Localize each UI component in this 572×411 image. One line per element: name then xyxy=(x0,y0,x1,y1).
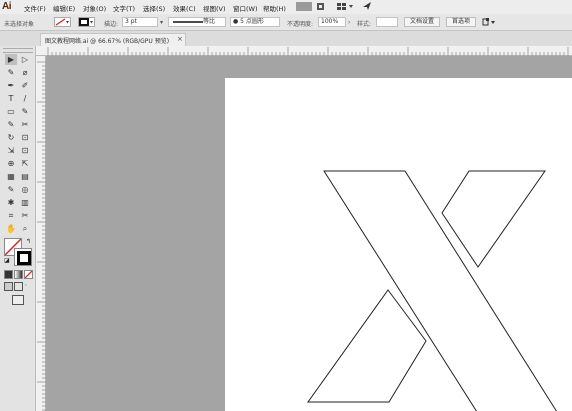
line-segment-tool-icon[interactable]: / xyxy=(19,93,31,104)
stroke-black-swatch[interactable] xyxy=(14,248,32,266)
canvas-area[interactable] xyxy=(46,56,572,411)
menu-select[interactable]: 选择(S) xyxy=(143,3,165,13)
screen-mode-icon[interactable] xyxy=(12,295,24,305)
draw-inside-icon[interactable]: ◦ xyxy=(24,282,28,289)
stroke-swatch[interactable] xyxy=(78,17,95,27)
rotate-tool-icon[interactable]: ↻ xyxy=(5,132,17,143)
stock-icon[interactable] xyxy=(317,2,325,11)
menu-window[interactable]: 窗口(W) xyxy=(233,3,258,13)
fill-stroke-widget[interactable]: ↰ ◪ xyxy=(4,238,32,266)
opacity-label: 不透明度: xyxy=(287,21,314,28)
menu-file[interactable]: 文件(F) xyxy=(24,3,46,13)
stroke-profile-label: 等比 xyxy=(203,18,216,25)
eraser-tool-icon[interactable]: ✂ xyxy=(19,119,31,130)
x-lower-left-piece[interactable] xyxy=(307,289,427,403)
scale-tool-icon[interactable]: ⊡ xyxy=(19,132,31,143)
document-tab-title: 图文教程网络.ai @ 66.67% (RGB/GPU 预览) xyxy=(45,38,170,45)
direct-selection-tool-icon[interactable]: ▷ xyxy=(19,54,31,65)
draw-behind-icon[interactable] xyxy=(14,282,23,291)
menu-edit[interactable]: 编辑(E) xyxy=(53,3,75,13)
zoom-tool-icon[interactable]: ⌕ xyxy=(19,223,31,234)
x-main-stroke[interactable] xyxy=(323,170,557,411)
stroke-weight-field[interactable]: 3 pt xyxy=(122,17,158,27)
vertical-ruler[interactable] xyxy=(36,56,46,411)
pen-tool-icon[interactable]: ✒ xyxy=(5,80,17,91)
none-mode-icon[interactable] xyxy=(24,270,33,279)
type-tool-icon[interactable]: T xyxy=(5,93,17,104)
document-setup-button[interactable]: 文档设置 xyxy=(404,17,440,27)
menu-view[interactable]: 视图(V) xyxy=(203,3,226,13)
artboard[interactable] xyxy=(225,78,572,411)
draw-normal-icon[interactable] xyxy=(4,282,13,291)
bridge-icon[interactable] xyxy=(296,2,312,11)
variable-width-profile[interactable]: 等比 xyxy=(168,17,226,27)
perspective-grid-tool-icon[interactable]: ⇱ xyxy=(19,158,31,169)
arrange-icon[interactable] xyxy=(482,17,496,27)
brush-dot-icon: ● xyxy=(233,18,239,25)
preferences-button[interactable]: 首选项 xyxy=(446,17,476,27)
opacity-field[interactable]: 100% xyxy=(318,17,346,27)
menu-effect[interactable]: 效果(C) xyxy=(173,3,196,13)
default-colors-icon[interactable]: ◪ xyxy=(4,257,10,264)
arrange-documents-icon[interactable] xyxy=(337,2,355,11)
fill-swatch[interactable] xyxy=(54,17,71,27)
menu-type[interactable]: 文字(T) xyxy=(113,3,135,13)
menu-help[interactable]: 帮助(H) xyxy=(263,3,286,13)
magic-wand-tool-icon[interactable]: ✎ xyxy=(5,67,17,78)
stroke-weight-dropdown-icon[interactable]: ▾ xyxy=(160,19,163,26)
width-tool-icon[interactable]: ⇲ xyxy=(5,145,17,156)
horizontal-ruler[interactable] xyxy=(36,46,572,56)
stroke-label: 描边: xyxy=(104,21,119,28)
curvature-tool-icon[interactable]: ✐ xyxy=(19,80,31,91)
mesh-tool-icon[interactable]: ▦ xyxy=(5,171,17,182)
sync-icon[interactable] xyxy=(362,1,372,11)
opacity-arrow-icon[interactable]: › xyxy=(348,19,350,26)
document-tab[interactable]: 图文教程网络.ai @ 66.67% (RGB/GPU 预览) × xyxy=(40,33,186,46)
shaper-tool-icon[interactable]: ✎ xyxy=(5,119,17,130)
free-transform-tool-icon[interactable]: ⊡ xyxy=(19,145,31,156)
shape-builder-tool-icon[interactable]: ⊕ xyxy=(5,158,17,169)
app-logo: Ai xyxy=(2,1,12,12)
eyedropper-tool-icon[interactable]: ✎ xyxy=(5,184,17,195)
style-label: 样式: xyxy=(357,21,372,28)
tools-panel: ▶ ▷ ✎ ⌀ ✒ ✐ T / ▭ ✎ ✎ ✂ ↻ ⊡ ⇲ ⊡ ⊕ ⇱ ▦ ▤ ✎ ◎ ✱ ▥ ⌗ ✂ ✋ ⌕ ↰ ◪ ◦ xyxy=(0,46,36,411)
graphic-style-picker[interactable] xyxy=(376,17,398,27)
column-graph-tool-icon[interactable]: ▥ xyxy=(19,197,31,208)
gradient-tool-icon[interactable]: ▤ xyxy=(19,171,31,182)
gradient-mode-icon[interactable] xyxy=(14,270,23,279)
rectangle-tool-icon[interactable]: ▭ xyxy=(5,106,17,117)
symbol-sprayer-tool-icon[interactable]: ✱ xyxy=(5,197,17,208)
selection-status: 未选择对象 xyxy=(4,21,35,28)
control-bar: 未选择对象 描边: 3 pt ▾ 等比 ● 5 点圆形 不透明度: 100% ›… xyxy=(0,14,572,31)
paintbrush-tool-icon[interactable]: ✎ xyxy=(19,106,31,117)
brush-definition[interactable]: ● 5 点圆形 xyxy=(230,17,280,27)
x-upper-right-piece[interactable] xyxy=(441,170,546,268)
blend-tool-icon[interactable]: ◎ xyxy=(19,184,31,195)
slice-tool-icon[interactable]: ✂ xyxy=(19,210,31,221)
swap-fill-stroke-icon[interactable]: ↰ xyxy=(26,238,31,245)
artboard-tool-icon[interactable]: ⌗ xyxy=(5,210,17,221)
menu-object[interactable]: 对象(O) xyxy=(83,3,106,13)
letter-x-artwork[interactable] xyxy=(225,78,572,411)
color-mode-icon[interactable] xyxy=(4,270,13,279)
lasso-tool-icon[interactable]: ⌀ xyxy=(19,67,31,78)
selection-tool-icon[interactable]: ▶ xyxy=(5,54,17,65)
brush-label: 5 点圆形 xyxy=(240,18,264,25)
menu-bar: Ai 文件(F) 编辑(E) 对象(O) 文字(T) 选择(S) 效果(C) 视… xyxy=(0,0,572,14)
hand-tool-icon[interactable]: ✋ xyxy=(5,223,17,234)
toolbar-grip[interactable] xyxy=(3,48,33,53)
close-icon[interactable]: × xyxy=(177,35,183,43)
